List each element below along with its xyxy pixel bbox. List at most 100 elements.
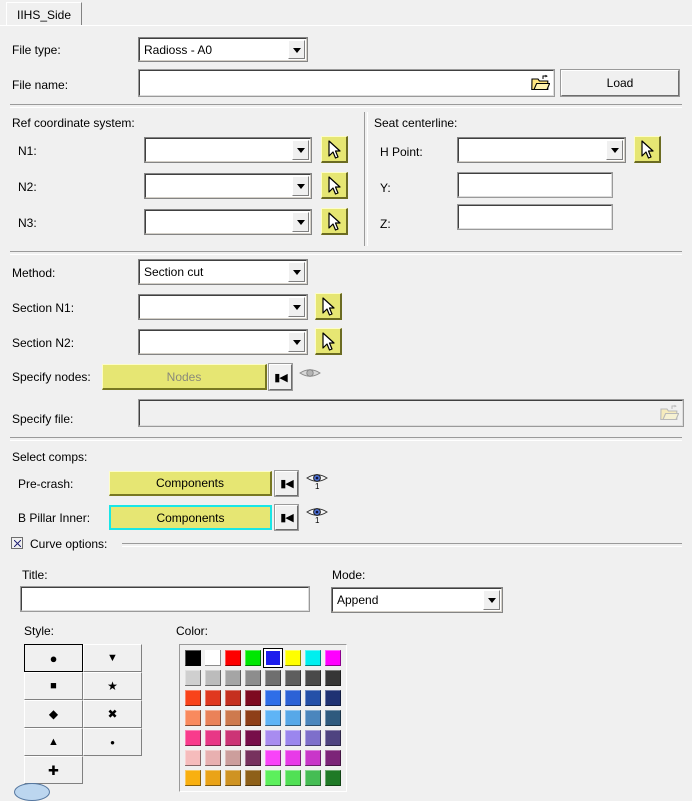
nodes-reset-button[interactable]: ▮◀ xyxy=(268,363,293,391)
ref-n3-pick-button[interactable] xyxy=(321,208,348,235)
color-swatch[interactable] xyxy=(263,668,283,688)
color-swatch[interactable] xyxy=(263,708,283,728)
color-swatch[interactable] xyxy=(263,728,283,748)
chevron-down-icon[interactable] xyxy=(292,140,309,160)
specify-file-input[interactable] xyxy=(138,399,684,427)
color-swatch[interactable] xyxy=(203,728,223,748)
color-swatch[interactable] xyxy=(263,748,283,768)
marker-star[interactable]: ★ xyxy=(83,672,142,700)
color-swatch[interactable] xyxy=(323,728,343,748)
color-swatch[interactable] xyxy=(223,748,243,768)
color-swatch[interactable] xyxy=(283,748,303,768)
marker-triangle-down[interactable]: ▼ xyxy=(83,644,142,672)
h-point-combo[interactable] xyxy=(457,137,626,163)
color-swatch[interactable] xyxy=(283,668,303,688)
chevron-down-icon[interactable] xyxy=(483,590,500,610)
b-pillar-inner-reset-button[interactable]: ▮◀ xyxy=(274,504,299,531)
ref-n1-combo[interactable] xyxy=(144,137,312,163)
chevron-down-icon[interactable] xyxy=(288,262,305,282)
color-swatch[interactable] xyxy=(183,648,203,668)
color-swatch[interactable] xyxy=(223,688,243,708)
color-swatch[interactable] xyxy=(283,688,303,708)
chevron-down-icon[interactable] xyxy=(606,140,623,160)
color-swatch[interactable] xyxy=(303,728,323,748)
color-swatch[interactable] xyxy=(243,728,263,748)
color-swatch[interactable] xyxy=(323,708,343,728)
color-swatch[interactable] xyxy=(303,748,323,768)
color-swatch[interactable] xyxy=(283,648,303,668)
color-swatch[interactable] xyxy=(303,648,323,668)
color-swatch[interactable] xyxy=(203,648,223,668)
marker-plus[interactable]: ✚ xyxy=(24,756,83,784)
color-swatch[interactable] xyxy=(303,688,323,708)
file-name-input[interactable] xyxy=(138,69,555,97)
marker-filled-diamond[interactable]: ◆ xyxy=(24,700,83,728)
marker-cross-x[interactable]: ✖ xyxy=(83,700,142,728)
section-n2-pick-button[interactable] xyxy=(315,328,342,355)
color-swatch[interactable] xyxy=(223,728,243,748)
ref-n3-combo[interactable] xyxy=(144,209,312,235)
color-swatch[interactable] xyxy=(203,668,223,688)
color-swatch[interactable] xyxy=(283,728,303,748)
section-n1-combo[interactable] xyxy=(138,294,308,320)
color-swatch[interactable] xyxy=(323,768,343,788)
color-swatch[interactable] xyxy=(263,688,283,708)
chevron-down-icon[interactable] xyxy=(292,212,309,232)
b-pillar-inner-components-button[interactable]: Components xyxy=(109,505,272,530)
nodes-eye-button[interactable] xyxy=(299,366,321,386)
marker-triangle-up[interactable]: ▲ xyxy=(24,728,83,756)
color-swatch[interactable] xyxy=(263,648,283,668)
b-pillar-inner-eye-button[interactable]: 1 xyxy=(306,505,328,525)
color-swatch[interactable] xyxy=(243,668,263,688)
y-input[interactable] xyxy=(457,172,613,198)
pre-crash-eye-button[interactable]: 1 xyxy=(306,471,328,491)
color-swatch[interactable] xyxy=(303,708,323,728)
folder-open-icon[interactable] xyxy=(659,404,680,422)
load-button[interactable]: Load xyxy=(560,69,680,97)
color-swatch[interactable] xyxy=(203,708,223,728)
h-point-pick-button[interactable] xyxy=(634,136,661,163)
color-swatch[interactable] xyxy=(303,768,323,788)
color-swatch[interactable] xyxy=(183,708,203,728)
pre-crash-reset-button[interactable]: ▮◀ xyxy=(274,470,299,497)
marker-filled-square[interactable]: ■ xyxy=(24,672,83,700)
method-combo[interactable]: Section cut xyxy=(138,259,308,285)
color-swatch[interactable] xyxy=(283,708,303,728)
color-swatch[interactable] xyxy=(183,748,203,768)
ref-n2-combo[interactable] xyxy=(144,173,312,199)
color-swatch[interactable] xyxy=(303,668,323,688)
color-swatch[interactable] xyxy=(203,768,223,788)
color-swatch[interactable] xyxy=(243,768,263,788)
section-n2-combo[interactable] xyxy=(138,329,308,355)
color-swatch[interactable] xyxy=(183,688,203,708)
color-swatch[interactable] xyxy=(203,748,223,768)
color-swatch[interactable] xyxy=(243,748,263,768)
file-type-combo[interactable]: Radioss - A0 xyxy=(138,37,308,62)
color-swatch[interactable] xyxy=(223,648,243,668)
marker-small-dot[interactable]: • xyxy=(83,728,142,756)
curve-title-input[interactable] xyxy=(20,586,310,612)
pre-crash-components-button[interactable]: Components xyxy=(109,471,272,496)
curve-mode-combo[interactable]: Append xyxy=(331,587,503,613)
marker-filled-circle[interactable]: ● xyxy=(24,644,83,672)
color-swatch[interactable] xyxy=(323,688,343,708)
nodes-button[interactable]: Nodes xyxy=(102,364,267,390)
chevron-down-icon[interactable] xyxy=(288,297,305,317)
color-swatch[interactable] xyxy=(323,648,343,668)
color-swatch[interactable] xyxy=(223,768,243,788)
curve-options-collapse-toggle[interactable] xyxy=(11,537,23,549)
ref-n2-pick-button[interactable] xyxy=(321,172,348,199)
chevron-down-icon[interactable] xyxy=(292,176,309,196)
color-swatch[interactable] xyxy=(323,668,343,688)
color-palette[interactable] xyxy=(179,644,347,792)
color-swatch[interactable] xyxy=(183,768,203,788)
color-swatch[interactable] xyxy=(283,768,303,788)
color-swatch[interactable] xyxy=(203,688,223,708)
z-input[interactable] xyxy=(457,204,613,230)
color-swatch[interactable] xyxy=(223,708,243,728)
style-marker-grid[interactable]: ● ▼ ■ ★ ◆ ✖ ▲ • ✚ xyxy=(24,644,142,784)
scroll-indicator-bubble[interactable] xyxy=(14,783,50,801)
color-swatch[interactable] xyxy=(243,648,263,668)
color-swatch[interactable] xyxy=(263,768,283,788)
color-swatch[interactable] xyxy=(223,668,243,688)
